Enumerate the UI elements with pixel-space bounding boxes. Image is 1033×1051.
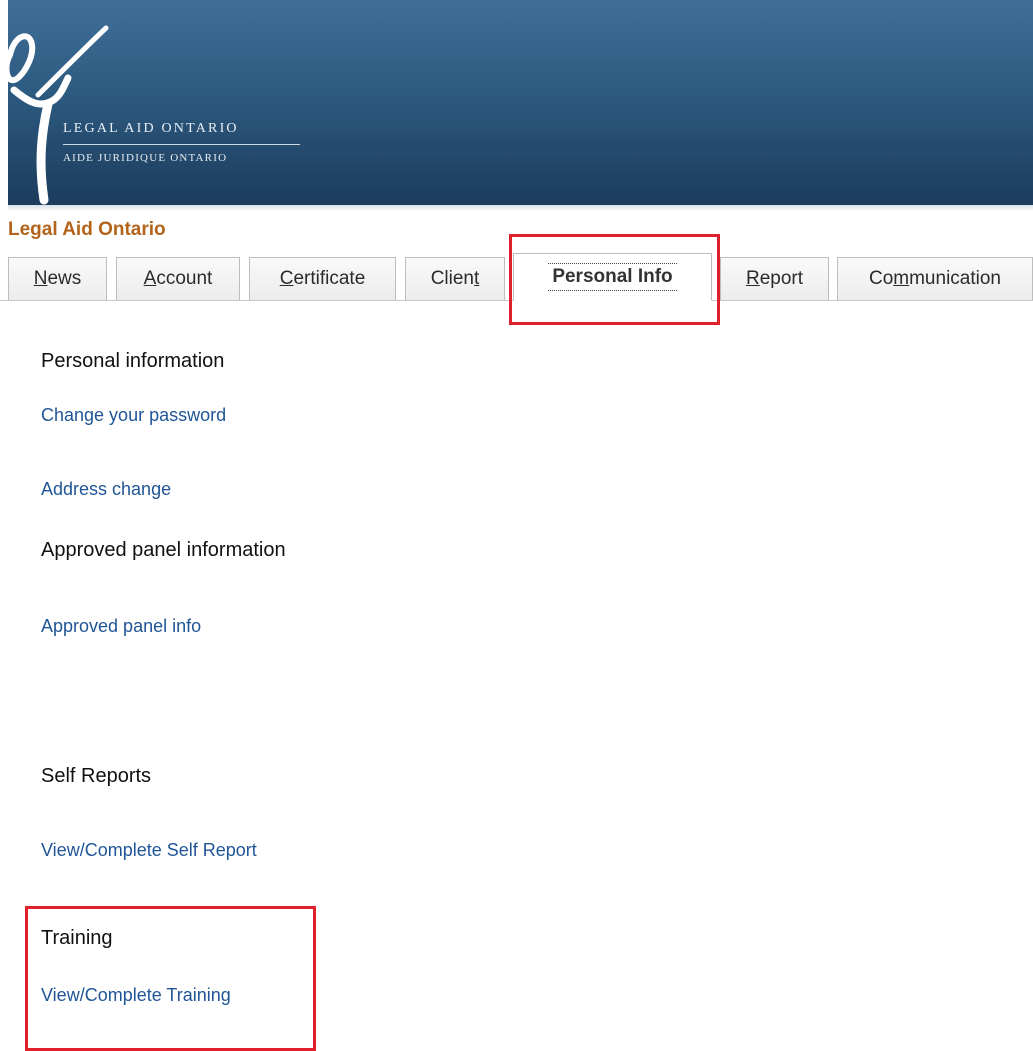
link-change-password[interactable]: Change your password	[41, 405, 226, 426]
heading-personal-information: Personal information	[41, 350, 225, 372]
header-banner: LEGAL AID ONTARIO AIDE JURIDIQUE ONTARIO	[8, 0, 1033, 205]
heading-approved-panel-information: Approved panel information	[41, 539, 286, 561]
link-view-complete-training[interactable]: View/Complete Training	[41, 985, 231, 1006]
tab-certificate[interactable]: Certificate	[249, 257, 396, 300]
tab-personal-info[interactable]: Personal Info	[513, 253, 712, 301]
tab-communication[interactable]: Communication	[837, 257, 1033, 300]
tab-news[interactable]: News	[8, 257, 107, 300]
brand-wordmark: LEGAL AID ONTARIO AIDE JURIDIQUE ONTARIO	[63, 120, 300, 165]
heading-training: Training	[41, 927, 113, 949]
tab-report[interactable]: Report	[720, 257, 829, 300]
link-address-change[interactable]: Address change	[41, 479, 171, 500]
brand-divider	[63, 144, 300, 145]
link-approved-panel-info[interactable]: Approved panel info	[41, 616, 201, 637]
site-title: Legal Aid Ontario	[8, 219, 166, 240]
tab-client[interactable]: Client	[405, 257, 505, 300]
banner-divider	[8, 205, 1033, 210]
tab-account[interactable]: Account	[116, 257, 240, 300]
stylized-figure-logo-icon	[8, 25, 109, 205]
link-view-complete-self-report[interactable]: View/Complete Self Report	[41, 840, 257, 861]
brand-name-french: AIDE JURIDIQUE ONTARIO	[63, 152, 228, 164]
heading-self-reports: Self Reports	[41, 765, 152, 787]
brand-name-english: LEGAL AID ONTARIO	[63, 121, 239, 136]
